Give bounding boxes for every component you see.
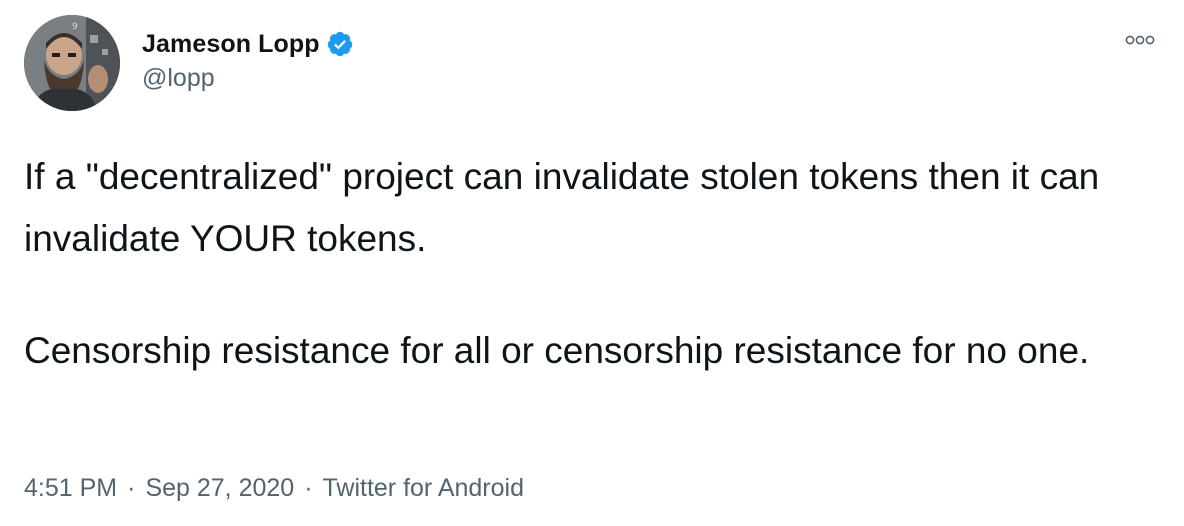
verified-badge-icon [326, 30, 354, 58]
tweet-date[interactable]: Sep 27, 2020 [145, 474, 294, 503]
author-name-row: Jameson Lopp [142, 27, 354, 61]
tweet-metadata: 4:51 PM · Sep 27, 2020 · Twitter for And… [24, 474, 524, 503]
tweet-paragraph-1: If a "decentralized" project can invalid… [24, 156, 1100, 259]
avatar[interactable]: 9 [24, 15, 120, 111]
tweet-time[interactable]: 4:51 PM [24, 474, 117, 503]
tweet-card: 9 Jameson Lopp @lopp If a "decentralized… [0, 0, 1184, 526]
tweet-source[interactable]: Twitter for Android [323, 474, 524, 503]
svg-text:9: 9 [72, 22, 78, 32]
more-options-icon[interactable] [1122, 30, 1162, 50]
author-handle[interactable]: @lopp [142, 64, 215, 93]
meta-separator: · [127, 474, 136, 502]
meta-separator: · [304, 474, 313, 502]
tweet-text: If a "decentralized" project can invalid… [24, 146, 1164, 382]
author-display-name[interactable]: Jameson Lopp [142, 30, 320, 59]
tweet-paragraph-2: Censorship resistance for all or censors… [24, 330, 1090, 371]
